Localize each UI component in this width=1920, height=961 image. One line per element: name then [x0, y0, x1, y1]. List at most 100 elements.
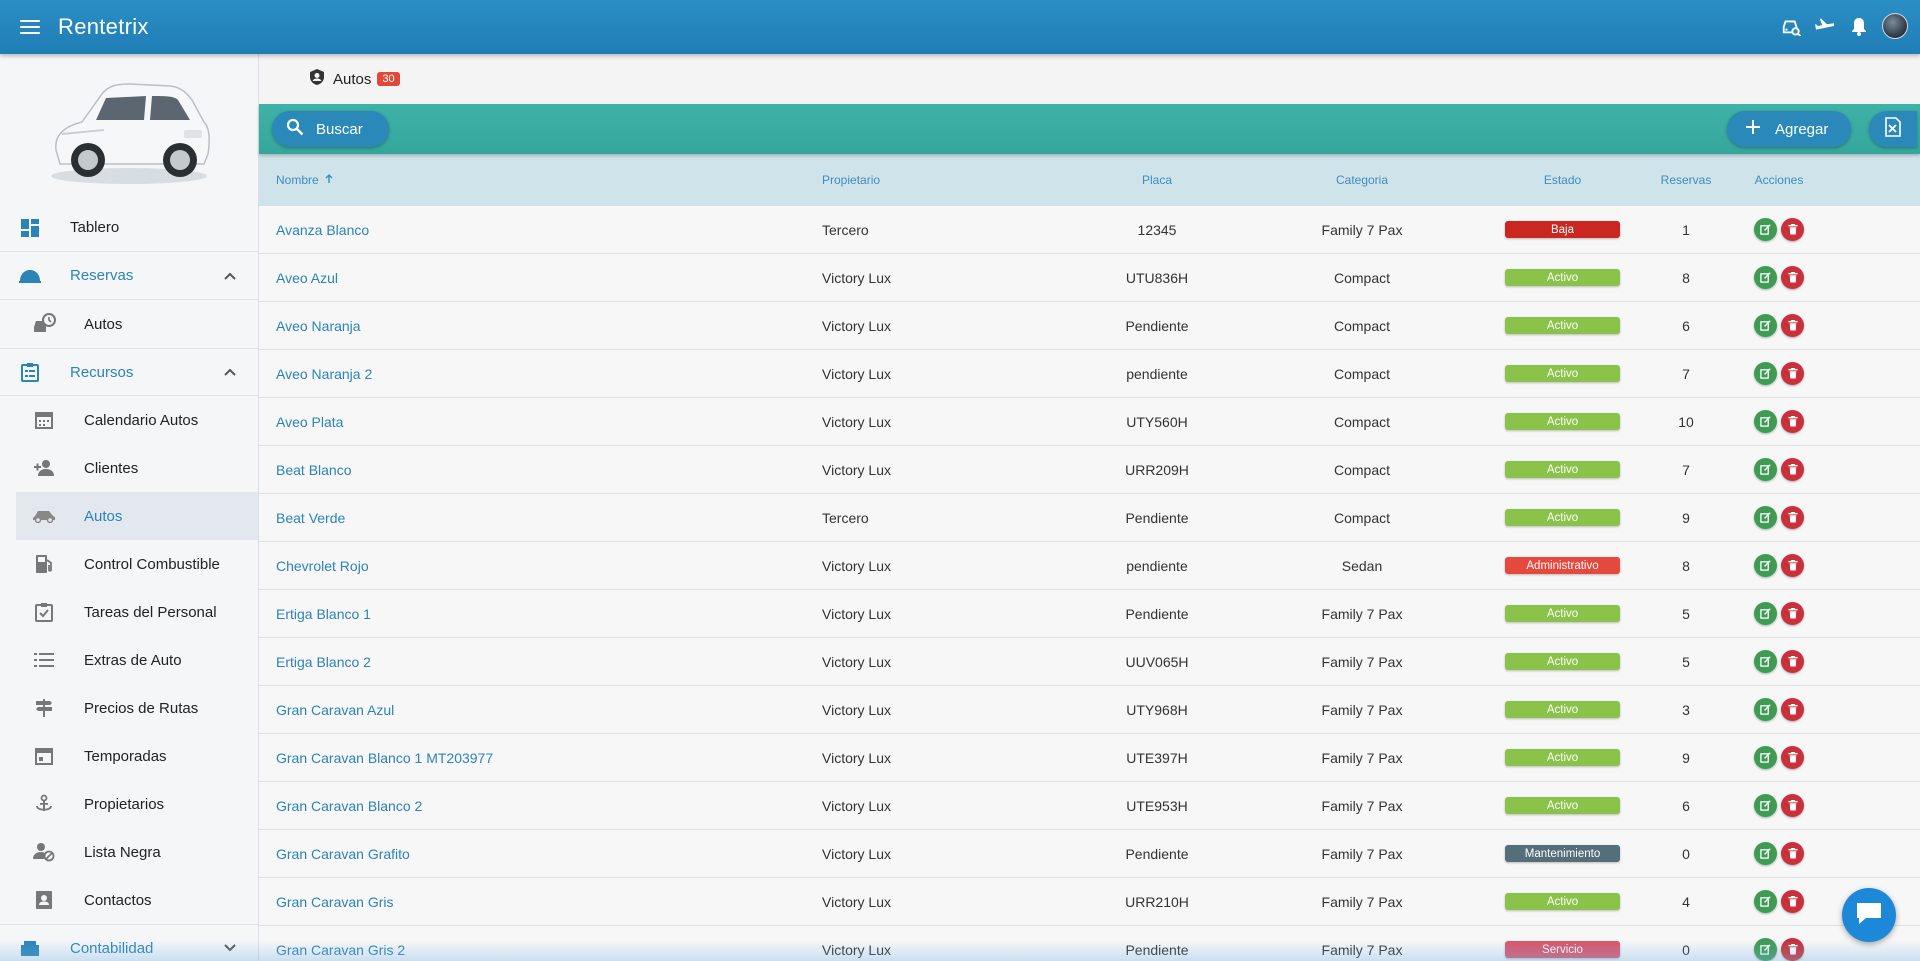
table-row[interactable]: Aveo Plata Victory Lux UTY560H Compact Activ… [259, 398, 1920, 446]
table-row[interactable]: Aveo Azul Victory Lux UTU836H Compact Activo… [259, 254, 1920, 302]
col-header-owner[interactable]: Propietario [822, 173, 1082, 187]
car-search-icon[interactable] [1780, 15, 1802, 37]
edit-button[interactable] [1754, 746, 1777, 769]
edit-button[interactable] [1754, 554, 1777, 577]
add-button[interactable]: Agregar [1727, 111, 1851, 147]
edit-button[interactable] [1754, 314, 1777, 337]
edit-button[interactable] [1754, 842, 1777, 865]
chat-button[interactable] [1842, 888, 1896, 942]
table-row[interactable]: Gran Caravan Blanco 1 MT203977 Victory Lu… [259, 734, 1920, 782]
delete-button[interactable] [1781, 794, 1804, 817]
edit-button[interactable] [1754, 602, 1777, 625]
sidebar-item-label: Tablero [70, 219, 120, 236]
sidebar-item-temporadas[interactable]: Temporadas [0, 732, 258, 780]
car-name-link[interactable]: Ertiga Blanco 2 [259, 654, 822, 670]
delete-button[interactable] [1781, 506, 1804, 529]
edit-button[interactable] [1754, 794, 1777, 817]
table-row[interactable]: Aveo Naranja 2 Victory Lux pendiente Compac… [259, 350, 1920, 398]
table-row[interactable]: Beat Blanco Victory Lux URR209H Compact Acti… [259, 446, 1920, 494]
sidebar-item-precios-de-rutas[interactable]: Precios de Rutas [0, 684, 258, 732]
shield-person-icon [309, 68, 325, 91]
table-row[interactable]: Gran Caravan Blanco 2 Victory Lux UTE953H F… [259, 782, 1920, 830]
table-row[interactable]: Chevrolet Rojo Victory Lux pendiente Sedan A… [259, 542, 1920, 590]
col-header-plate[interactable]: Placa [1082, 173, 1232, 187]
sidebar-group-reservas[interactable]: Reservas [0, 252, 258, 300]
bell-icon[interactable] [1848, 15, 1870, 37]
sidebar-item-lista-negra[interactable]: Lista Negra [0, 828, 258, 876]
table-row[interactable]: Gran Caravan Gris 2 Victory Lux Pendiente F… [259, 926, 1920, 961]
sidebar-item-extras-de-auto[interactable]: Extras de Auto [0, 636, 258, 684]
search-button[interactable]: Buscar [272, 111, 389, 147]
col-header-category[interactable]: Categoria [1232, 173, 1492, 187]
delete-button[interactable] [1781, 602, 1804, 625]
sidebar-item-calendario-autos[interactable]: Calendario Autos [0, 396, 258, 444]
table-row[interactable]: Ertiga Blanco 1 Victory Lux Pendiente Famil… [259, 590, 1920, 638]
delete-button[interactable] [1781, 410, 1804, 433]
edit-button[interactable] [1754, 362, 1777, 385]
delete-button[interactable] [1781, 218, 1804, 241]
sidebar-item-control-combustible[interactable]: Control Combustible [0, 540, 258, 588]
col-header-status[interactable]: Estado [1492, 173, 1633, 187]
delete-button[interactable] [1781, 314, 1804, 337]
car-name-link[interactable]: Beat Blanco [259, 462, 822, 478]
plane-icon[interactable] [1814, 15, 1836, 37]
sidebar-group-contabilidad[interactable]: Contabilidad [0, 924, 258, 961]
car-name-link[interactable]: Aveo Naranja [259, 318, 822, 334]
delete-button[interactable] [1781, 554, 1804, 577]
delete-button[interactable] [1781, 266, 1804, 289]
delete-button[interactable] [1781, 698, 1804, 721]
sidebar-item-propietarios[interactable]: Propietarios [0, 780, 258, 828]
owner-cell: Victory Lux [822, 461, 891, 478]
table-row[interactable]: Ertiga Blanco 2 Victory Lux UUV065H Family … [259, 638, 1920, 686]
sidebar-item-reservas-autos[interactable]: Autos [0, 300, 258, 348]
menu-icon[interactable] [20, 20, 40, 34]
car-name-link[interactable]: Aveo Naranja 2 [259, 366, 822, 382]
car-name-link[interactable]: Gran Caravan Blanco 2 [259, 798, 822, 814]
sidebar-item-clientes[interactable]: Clientes [0, 444, 258, 492]
trash-icon [1787, 752, 1798, 763]
sidebar-item-tablero[interactable]: Tablero [0, 204, 258, 252]
table-row[interactable]: Gran Caravan Gris Victory Lux URR210H Famil… [259, 878, 1920, 926]
car-name-link[interactable]: Aveo Plata [259, 414, 822, 430]
delete-button[interactable] [1781, 458, 1804, 481]
col-header-name[interactable]: Nombre [259, 173, 822, 187]
delete-button[interactable] [1781, 650, 1804, 673]
sidebar-item-autos[interactable]: Autos [16, 492, 258, 540]
delete-button[interactable] [1781, 890, 1804, 913]
edit-button[interactable] [1754, 698, 1777, 721]
edit-button[interactable] [1754, 458, 1777, 481]
car-name-link[interactable]: Ertiga Blanco 1 [259, 606, 822, 622]
edit-button[interactable] [1754, 890, 1777, 913]
car-name-link[interactable]: Aveo Azul [259, 270, 822, 286]
edit-button[interactable] [1754, 218, 1777, 241]
car-name-link[interactable]: Gran Caravan Gris 2 [259, 942, 822, 958]
sidebar-group-recursos[interactable]: Recursos [0, 348, 258, 396]
edit-button[interactable] [1754, 266, 1777, 289]
table-row[interactable]: Gran Caravan Grafito Victory Lux Pendiente… [259, 830, 1920, 878]
table-row[interactable]: Avanza Blanco Tercero 12345 Family 7 Pax Baj… [259, 206, 1920, 254]
car-name-link[interactable]: Gran Caravan Blanco 1 MT203977 [259, 750, 822, 766]
sidebar-item-tareas-del-personal[interactable]: Tareas del Personal [0, 588, 258, 636]
avatar[interactable] [1882, 13, 1908, 39]
delete-button[interactable] [1781, 362, 1804, 385]
car-name-link[interactable]: Avanza Blanco [259, 222, 822, 238]
col-header-reservations[interactable]: Reservas [1633, 173, 1739, 187]
sidebar-item-contactos[interactable]: Contactos [0, 876, 258, 924]
car-name-link[interactable]: Chevrolet Rojo [259, 558, 822, 574]
delete-button[interactable] [1781, 938, 1804, 961]
delete-button[interactable] [1781, 842, 1804, 865]
edit-button[interactable] [1754, 506, 1777, 529]
col-header-actions: Acciones [1754, 173, 1804, 187]
car-name-link[interactable]: Gran Caravan Azul [259, 702, 822, 718]
delete-button[interactable] [1781, 746, 1804, 769]
car-name-link[interactable]: Gran Caravan Gris [259, 894, 822, 910]
edit-button[interactable] [1754, 410, 1777, 433]
table-row[interactable]: Gran Caravan Azul Victory Lux UTY968H Famil… [259, 686, 1920, 734]
car-name-link[interactable]: Gran Caravan Grafito [259, 846, 822, 862]
table-row[interactable]: Aveo Naranja Victory Lux Pendiente Compact A… [259, 302, 1920, 350]
table-row[interactable]: Beat Verde Tercero Pendiente Compact Activo 9 [259, 494, 1920, 542]
car-name-link[interactable]: Beat Verde [259, 510, 822, 526]
export-excel-button[interactable] [1869, 111, 1917, 147]
edit-button[interactable] [1754, 938, 1777, 961]
edit-button[interactable] [1754, 650, 1777, 673]
